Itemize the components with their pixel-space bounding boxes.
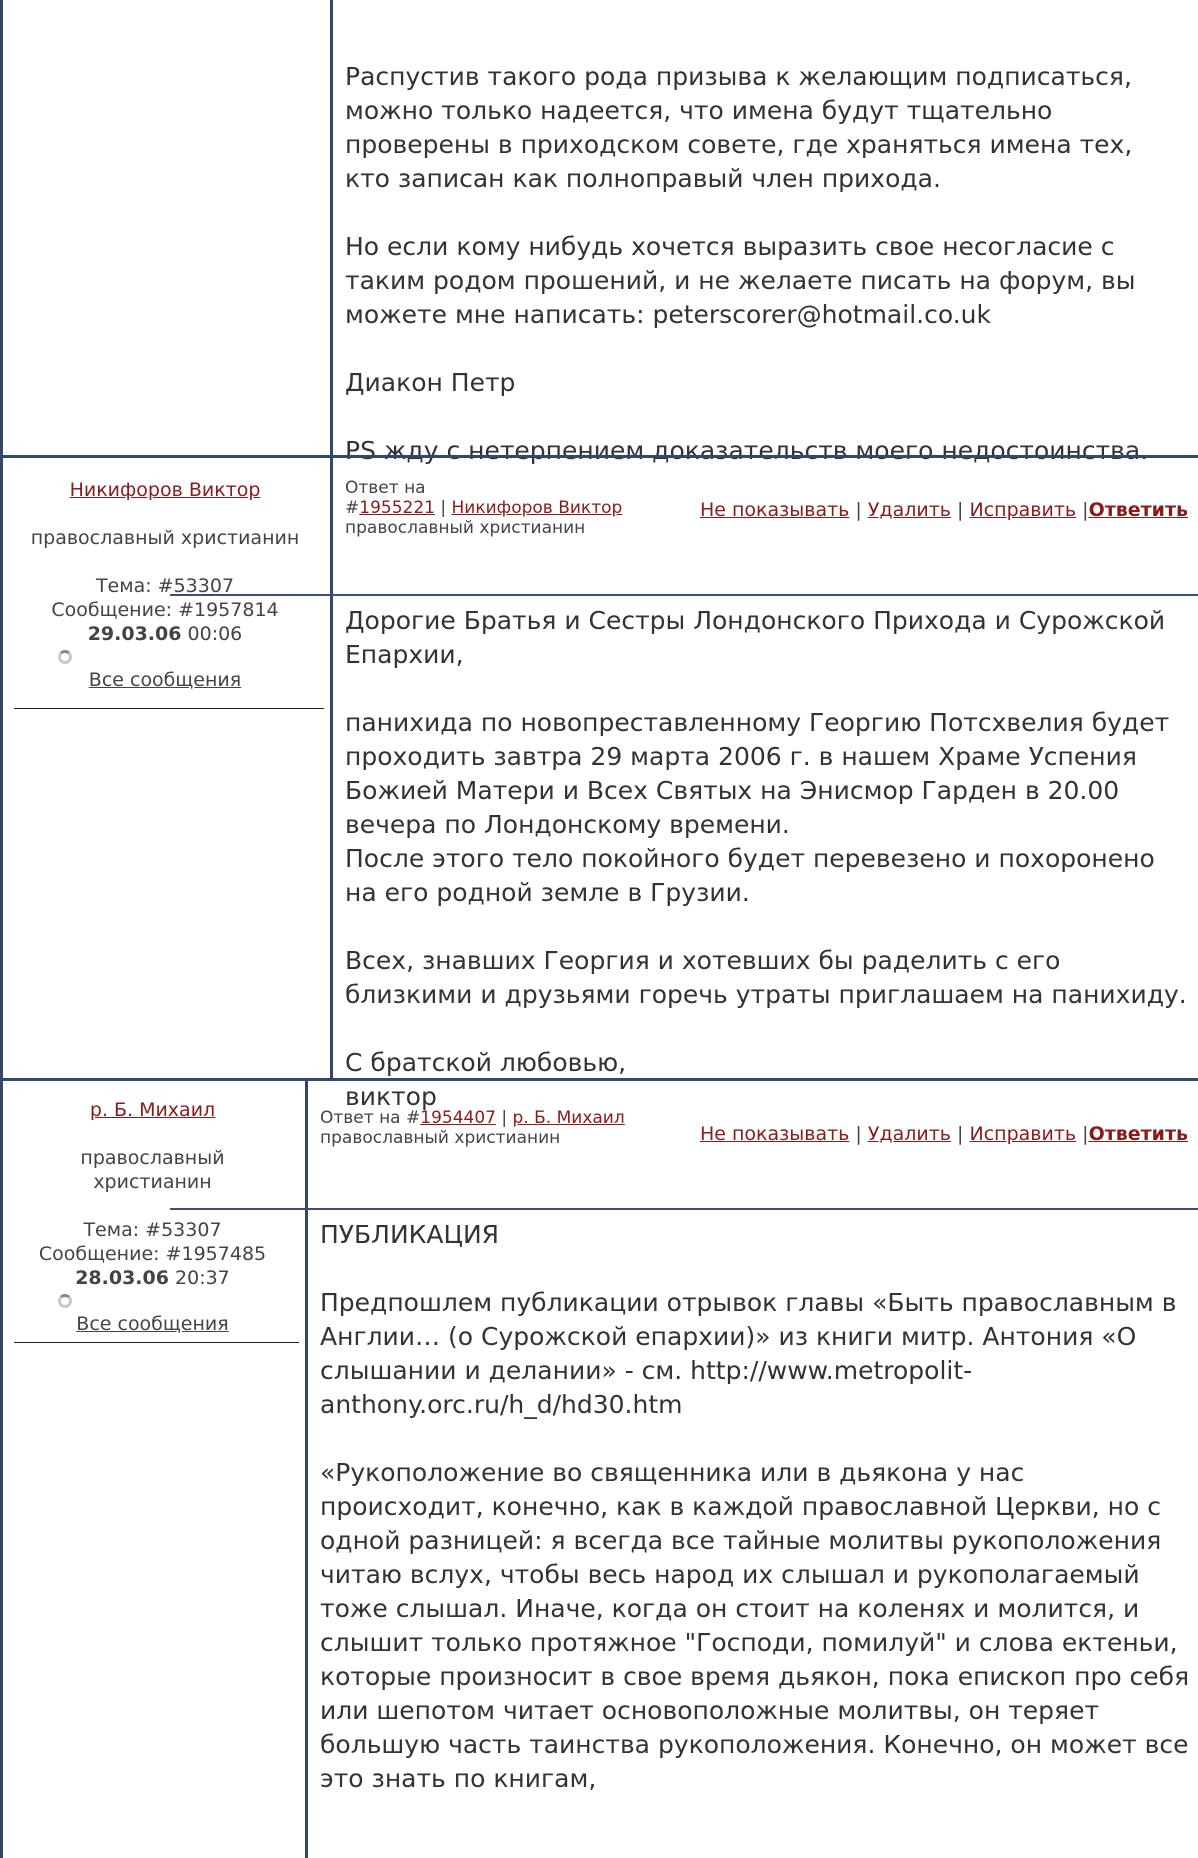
- post3-author-info: р. Б. Михаил православный христианин Тем…: [10, 1098, 295, 1336]
- post2-reply-button[interactable]: Ответить: [1089, 499, 1188, 521]
- post1-paragraph: Распустив такого рода призыва к желающим…: [345, 62, 1133, 193]
- post1-paragraph: PS жду с нетерпением доказательств моего…: [345, 436, 1149, 465]
- post3-column-divider: [305, 1081, 308, 1858]
- post-separator: [0, 455, 1198, 458]
- post2-message-id: Сообщение: #1957814: [51, 599, 279, 621]
- post2-header-divider: [170, 594, 1198, 596]
- post3-reply-button[interactable]: Ответить: [1089, 1123, 1188, 1145]
- post3-delete-link[interactable]: Удалить: [868, 1123, 951, 1145]
- post1-paragraph: Диакон Петр: [345, 368, 516, 397]
- post3-author-underline: [14, 1342, 299, 1343]
- post2-datetime: 29.03.06 00:06: [10, 622, 320, 646]
- post2-paragraph: С братской любовью,: [345, 1048, 627, 1077]
- post3-left-border: [0, 1081, 3, 1858]
- separator: |: [501, 1108, 508, 1128]
- post3-reply-role: православный христианин: [320, 1128, 561, 1148]
- post2-reply-author-link[interactable]: Никифоров Виктор: [452, 498, 623, 518]
- post2-hide-link[interactable]: Не показывать: [700, 499, 849, 521]
- post1-paragraph: Но если кому нибудь хочется выразить сво…: [345, 232, 1136, 329]
- post3-header-divider: [170, 1208, 1198, 1210]
- post1-column-divider: [330, 0, 333, 455]
- post2-author-link[interactable]: Никифоров Виктор: [70, 479, 261, 501]
- post2-reply-info: Ответ на #1955221 | Никифоров Виктор пра…: [345, 478, 635, 538]
- post2-body: Дорогие Братья и Сестры Лондонского Прих…: [345, 604, 1190, 1114]
- post2-author-role: православный христианин: [30, 527, 300, 549]
- post2-paragraph: После этого тело покойного будет перевез…: [345, 844, 1155, 907]
- post3-edit-link[interactable]: Исправить: [970, 1123, 1077, 1145]
- separator: |: [855, 499, 862, 521]
- post3-reply-hash: #: [406, 1108, 421, 1128]
- separator: |: [957, 499, 964, 521]
- post2-author-info: Никифоров Виктор православный христианин…: [10, 478, 320, 692]
- post2-column-divider: [330, 458, 333, 1078]
- post3-message-id: Сообщение: #1957485: [38, 1243, 267, 1265]
- post2-left-border: [0, 458, 3, 1078]
- post-separator: [0, 1078, 1198, 1081]
- post3-time: 20:37: [175, 1267, 230, 1289]
- post3-date: 28.03.06: [75, 1267, 169, 1289]
- post2-author-underline: [14, 708, 324, 709]
- post2-reply-role: православный христианин: [345, 518, 586, 538]
- post1-left-border: [0, 0, 3, 455]
- post2-reply-to-link[interactable]: 1955221: [359, 498, 435, 518]
- post3-reply-author-link[interactable]: р. Б. Михаил: [513, 1108, 625, 1128]
- post3-hide-link[interactable]: Не показывать: [700, 1123, 849, 1145]
- post3-actions: Не показывать | Удалить | Исправить |Отв…: [680, 1122, 1188, 1146]
- post2-actions: Не показывать | Удалить | Исправить |Отв…: [680, 498, 1188, 522]
- post3-reply-prefix: Ответ на: [320, 1108, 401, 1128]
- loading-spinner-icon: [58, 650, 72, 664]
- separator: |: [855, 1123, 862, 1145]
- post1-body: Распустив такого рода призыва к желающим…: [345, 60, 1185, 468]
- post3-reply-info: Ответ на #1954407 | р. Б. Михаил правосл…: [320, 1108, 640, 1148]
- post3-datetime: 28.03.06 20:37: [10, 1266, 295, 1290]
- post2-paragraph: Всех, знавших Георгия и хотевших бы раде…: [345, 946, 1187, 1009]
- post2-paragraph: Дорогие Братья и Сестры Лондонского Прих…: [345, 606, 1166, 669]
- separator: |: [957, 1123, 964, 1145]
- post2-date: 29.03.06: [87, 623, 182, 645]
- post3-all-messages-link[interactable]: Все сообщения: [76, 1313, 228, 1335]
- post3-body: ПУБЛИКАЦИЯ Предпошлем публикации отрывок…: [320, 1218, 1190, 1796]
- post2-reply-hash: #: [345, 498, 360, 518]
- post3-author-role: православный христианин: [80, 1147, 225, 1193]
- post2-time: 00:06: [187, 623, 243, 645]
- post3-reply-to-link[interactable]: 1954407: [420, 1108, 496, 1128]
- post3-paragraph: Предпошлем публикации отрывок главы «Быт…: [320, 1288, 1177, 1419]
- post3-author-link[interactable]: р. Б. Михаил: [90, 1099, 215, 1121]
- post3-paragraph: ПУБЛИКАЦИЯ: [320, 1220, 500, 1249]
- post3-topic: Тема: #53307: [83, 1219, 222, 1241]
- post2-edit-link[interactable]: Исправить: [970, 499, 1077, 521]
- separator: |: [440, 498, 447, 518]
- post2-paragraph: панихида по новопреставленному Георгию П…: [345, 708, 1170, 839]
- post2-delete-link[interactable]: Удалить: [868, 499, 951, 521]
- post2-reply-prefix: Ответ на: [345, 478, 426, 498]
- post3-paragraph: «Рукоположение во священника или в дьяко…: [320, 1458, 1190, 1793]
- loading-spinner-icon: [58, 1294, 72, 1308]
- post2-all-messages-link[interactable]: Все сообщения: [89, 669, 241, 691]
